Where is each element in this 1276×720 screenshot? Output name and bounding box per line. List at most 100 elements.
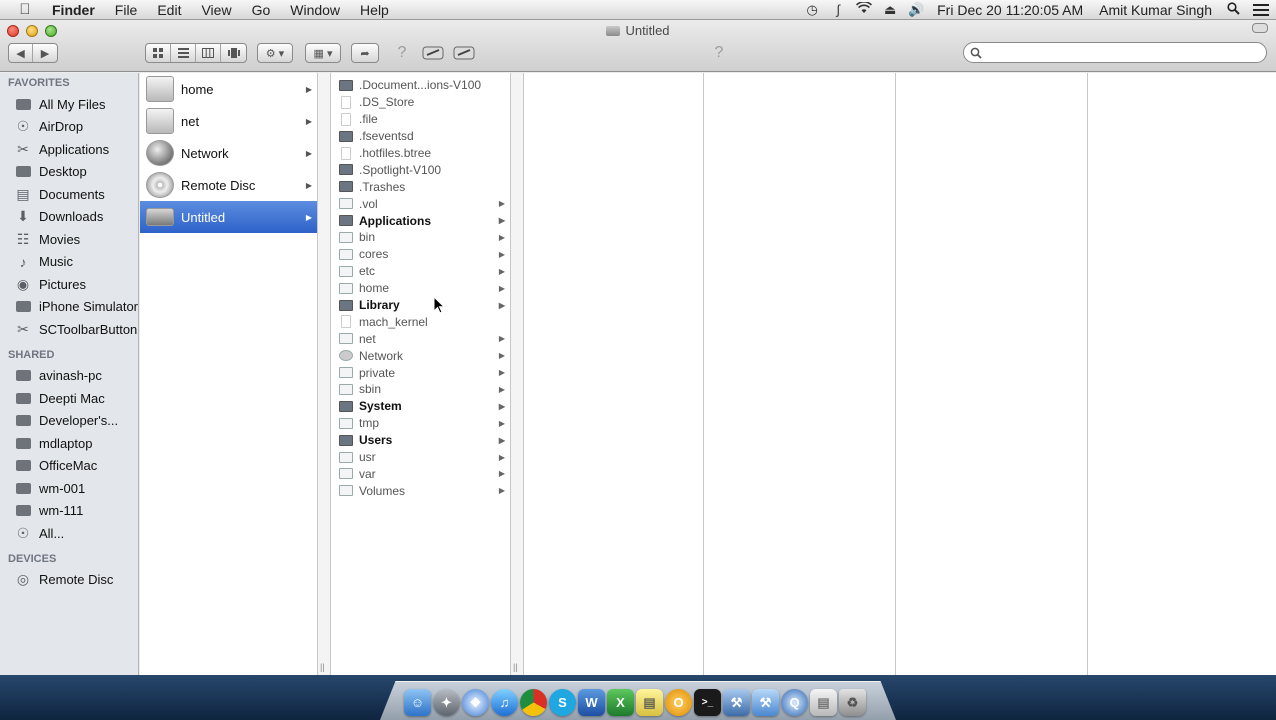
column-item-private[interactable]: private ▶ [331,364,510,381]
sidebar-item-all[interactable]: ☉ All... [0,522,138,545]
notification-center-icon[interactable] [1246,0,1276,20]
column-item-remote-disc[interactable]: Remote Disc ▶ [140,169,317,201]
menubar-user[interactable]: Amit Kumar Singh [1091,2,1220,18]
column-item-fseventsd[interactable]: .fseventsd [331,128,510,145]
stickies-icon[interactable]: ▤ [636,689,663,716]
menu-view[interactable]: View [191,2,241,18]
sidebar-item-all-my-files[interactable]: All My Files [0,93,138,116]
volume-icon[interactable]: 🔊 [903,2,929,18]
help-icon[interactable]: ? [393,43,411,63]
sidebar-item-airdrop[interactable]: ☉ AirDrop [0,116,138,139]
browser-column-2[interactable]: .Document...ions-V100 .DS_Store .file .f… [331,73,511,675]
safari-icon[interactable]: ❖ [462,689,489,716]
wifi-icon[interactable] [851,1,877,17]
outlook-icon[interactable]: O [665,689,692,716]
browser-column-6[interactable] [1088,73,1276,675]
cover-flow-icon[interactable] [221,44,246,62]
column-item-volumes[interactable]: Volumes ▶ [331,482,510,499]
column-item-cores[interactable]: cores ▶ [331,246,510,263]
menu-file[interactable]: File [105,2,148,18]
browser-column-5[interactable] [896,73,1088,675]
menu-go[interactable]: Go [242,2,281,18]
sidebar-item-sctoolbarbutton[interactable]: ✂ SCToolbarButton [0,318,138,341]
arrange-menu-button[interactable]: ▦ ▾ [305,43,341,63]
sidebar-item-pictures[interactable]: ◉ Pictures [0,273,138,296]
finder-icon[interactable]: ☺ [404,689,431,716]
spotlight-icon[interactable] [1220,1,1246,18]
sidebar-item-downloads[interactable]: ⬇ Downloads [0,206,138,229]
column-item-ds-store[interactable]: .DS_Store [331,94,510,111]
column-item-file[interactable]: .file [331,111,510,128]
column-item-network[interactable]: Network ▶ [331,347,510,364]
column-item-usr[interactable]: usr ▶ [331,449,510,466]
menu-window[interactable]: Window [280,2,350,18]
sidebar-item-music[interactable]: ♪ Music [0,251,138,274]
sidebar-item-wm-111[interactable]: wm-111 [0,500,138,523]
column-item-sbin[interactable]: sbin ▶ [331,381,510,398]
column-item-hotfiles[interactable]: .hotfiles.btree [331,145,510,162]
sidebar-item-remote-disc[interactable]: ◎ Remote Disc [0,569,138,592]
instruments-icon[interactable]: ⚒ [752,689,779,716]
column-resize-handle[interactable]: || [511,73,524,675]
sidebar-item-avinash-pc[interactable]: avinash-pc [0,365,138,388]
column-resize-handle[interactable]: || [318,73,331,675]
toolbar-custom-icon-1[interactable] [421,43,445,63]
menu-help[interactable]: Help [350,2,399,18]
fullscreen-icon[interactable] [1252,23,1268,33]
column-item-var[interactable]: var ▶ [331,465,510,482]
sidebar-item-desktop[interactable]: Desktop [0,161,138,184]
chrome-icon[interactable] [520,689,547,716]
bluetooth-icon[interactable]: ∫ [825,2,851,17]
excel-icon[interactable]: X [607,689,634,716]
search-field[interactable] [963,42,1267,63]
browser-column-3[interactable] [524,73,704,675]
sidebar-item-movies[interactable]: ☷ Movies [0,228,138,251]
column-item-net[interactable]: net ▶ [140,105,317,137]
column-item-home[interactable]: home ▶ [140,73,317,105]
sidebar-item-officemac[interactable]: OfficeMac [0,455,138,478]
sidebar-item-documents[interactable]: ▤ Documents [0,183,138,206]
sidebar-item-wm-001[interactable]: wm-001 [0,477,138,500]
menu-finder[interactable]: Finder [40,2,105,18]
xcode-icon[interactable]: ⚒ [723,689,750,716]
column-item-tmp[interactable]: tmp ▶ [331,415,510,432]
terminal-icon[interactable]: >_ [694,689,721,716]
column-item-network[interactable]: Network ▶ [140,137,317,169]
quicktime-icon[interactable]: Q [781,689,808,716]
browser-column-4[interactable] [704,73,896,675]
column-item-spotlight[interactable]: .Spotlight-V100 [331,161,510,178]
back-button[interactable]: ◀ [9,44,33,62]
column-item-users[interactable]: Users ▶ [331,432,510,449]
forward-button[interactable]: ▶ [33,44,57,62]
window-titlebar[interactable]: Untitled ◀ ▶ ⚙ ▾ ▦ ▾ ➦ ? ? [0,20,1276,72]
preview-icon[interactable]: ▤ [810,689,837,716]
sidebar-item-iphone-simulator[interactable]: iPhone Simulator [0,296,138,319]
skype-icon[interactable]: S [549,689,576,716]
toolbar-custom-icon-2[interactable] [452,43,476,63]
column-item-trashes[interactable]: .Trashes [331,178,510,195]
trash-icon[interactable]: ♻ [839,689,866,716]
apple-menu-icon[interactable]:  [10,1,40,18]
column-item-home[interactable]: home ▶ [331,280,510,297]
sidebar-item-deepti-mac[interactable]: Deepti Mac [0,387,138,410]
eject-icon[interactable]: ⏏ [877,2,903,18]
menu-edit[interactable]: Edit [147,2,191,18]
column-item-untitled[interactable]: Untitled ▶ [140,201,317,233]
column-item-system[interactable]: System ▶ [331,398,510,415]
word-icon[interactable]: W [578,689,605,716]
column-item-net[interactable]: net ▶ [331,330,510,347]
action-menu-button[interactable]: ⚙ ▾ [257,43,293,63]
browser-column-1[interactable]: home ▶ net ▶ Network ▶ Remote Disc ▶ Untitle… [140,73,318,675]
icon-view-icon[interactable] [146,44,171,62]
column-item-mach-kernel[interactable]: mach_kernel [331,313,510,330]
sidebar-item-developers[interactable]: Developer's... [0,410,138,433]
sidebar-item-mdlaptop[interactable]: mdlaptop [0,432,138,455]
column-item-documentrevisions[interactable]: .Document...ions-V100 [331,77,510,94]
list-view-icon[interactable] [171,44,196,62]
help-icon-secondary[interactable]: ? [710,43,728,63]
search-input[interactable] [986,45,1266,60]
menubar-clock[interactable]: Fri Dec 20 11:20:05 AM [929,2,1091,18]
column-item-applications[interactable]: Applications ▶ [331,212,510,229]
itunes-icon[interactable]: ♫ [491,689,518,716]
sidebar-item-applications[interactable]: ✂ Applications [0,138,138,161]
